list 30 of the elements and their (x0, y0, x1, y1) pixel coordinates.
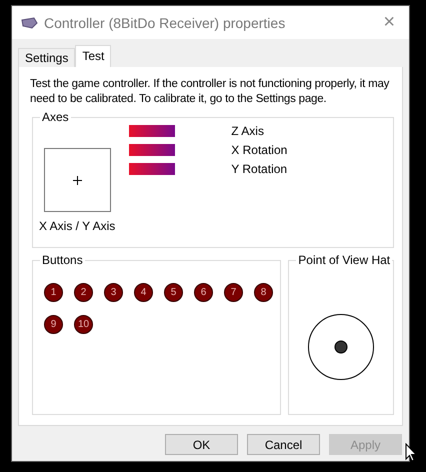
axis-label: X Axis / Y Axis (39, 220, 116, 232)
axis-label: X Rotation (231, 144, 288, 156)
tab[interactable]: Test (75, 45, 112, 67)
cursor-icon (405, 443, 417, 462)
pov-hat-drawing (307, 313, 376, 381)
crosshair-icon (72, 176, 82, 184)
axis-label: Z Axis (231, 125, 265, 137)
button-indicator: 1 (44, 283, 63, 302)
button-indicator: 2 (74, 283, 93, 302)
close-button[interactable]: × (377, 11, 401, 34)
axis-bar (129, 144, 176, 156)
button-indicator: 10 (74, 315, 93, 334)
dialog-button[interactable]: Cancel (247, 434, 320, 455)
button-indicator: 3 (104, 283, 123, 302)
button-indicator: 9 (44, 315, 63, 334)
button-indicator: 8 (254, 283, 273, 302)
group-title: Point of View Hat (296, 253, 392, 267)
window-title: Controller (8BitDo Receiver) properties (44, 14, 286, 30)
button-indicator: 4 (134, 283, 153, 302)
button-indicator: 6 (194, 283, 213, 302)
button-indicator: 5 (164, 283, 183, 302)
group-title: Buttons (40, 253, 85, 267)
dialog-button[interactable]: OK (165, 434, 238, 455)
button-indicator: 7 (224, 283, 243, 302)
description-text: Test the game controller. If the controller is not functioning properly, it may need to be calibrated. To calibrate it, go to the Settings page. (30, 77, 390, 107)
tab[interactable]: Settings (18, 48, 76, 67)
axis-label: Y Rotation (231, 163, 288, 175)
group-title: Axes (40, 110, 71, 124)
axis-bar (129, 163, 176, 175)
axis-bar (129, 125, 176, 137)
